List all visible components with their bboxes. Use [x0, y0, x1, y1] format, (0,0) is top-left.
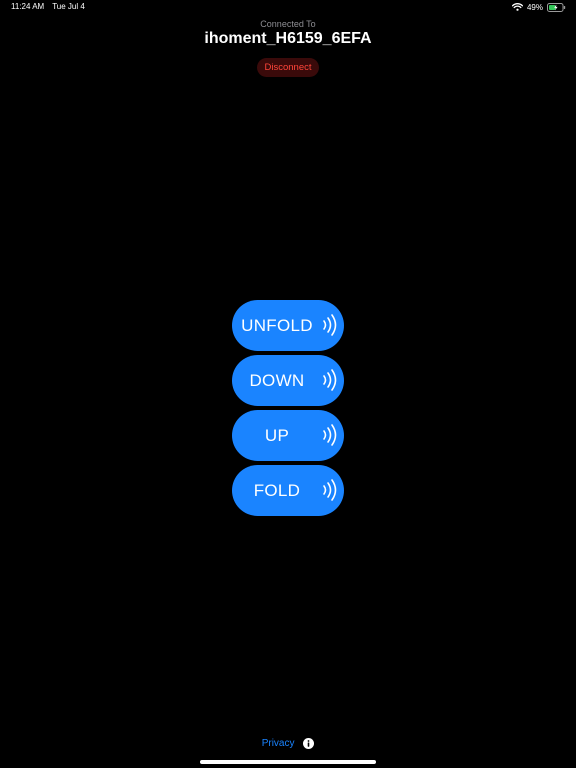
battery-charging-icon — [547, 2, 566, 12]
down-button[interactable]: DOWN — [232, 355, 344, 406]
disconnect-button[interactable]: Disconnect — [257, 58, 319, 77]
up-button[interactable]: UP — [232, 410, 344, 461]
info-icon[interactable] — [303, 738, 315, 749]
signal-waves-icon — [323, 314, 337, 336]
privacy-link[interactable]: Privacy — [262, 738, 295, 749]
footer: Privacy — [0, 738, 576, 749]
unfold-button-label: UNFOLD — [241, 315, 313, 335]
down-button-label: DOWN — [249, 370, 305, 390]
status-bar: 11:24 AM Tue Jul 4 49% — [0, 0, 576, 14]
battery-percent: 49% — [526, 2, 543, 12]
fold-button[interactable]: FOLD — [232, 465, 344, 516]
signal-waves-icon — [323, 369, 337, 391]
status-time-text: 11:24 AM — [11, 2, 45, 11]
command-button-stack: UNFOLD DOWN UP FOLD — [232, 300, 344, 520]
connected-to-label: Connected To — [260, 19, 316, 29]
device-name: ihoment_H6159_6EFA — [204, 30, 372, 47]
signal-waves-icon — [323, 479, 337, 501]
signal-waves-icon — [323, 424, 337, 446]
fold-button-label: FOLD — [253, 480, 301, 500]
wifi-icon — [511, 3, 523, 11]
status-right: 49% — [511, 2, 566, 12]
status-time: 11:24 AM Tue Jul 4 — [11, 2, 85, 11]
up-button-label: UP — [264, 425, 290, 445]
status-date: Tue Jul 4 — [52, 2, 85, 11]
unfold-button[interactable]: UNFOLD — [232, 300, 344, 351]
home-indicator[interactable] — [200, 760, 376, 764]
